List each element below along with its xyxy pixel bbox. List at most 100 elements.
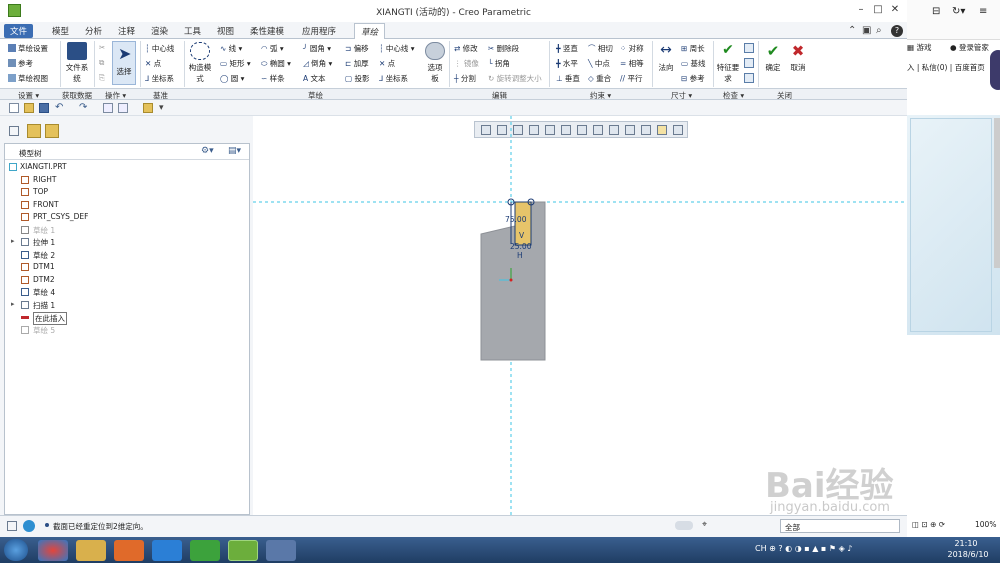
taskbar-media-icon[interactable] — [114, 540, 144, 561]
coincident-constraint-button[interactable]: ◇ 重合 — [588, 73, 611, 84]
redo-icon[interactable]: ↷ — [79, 103, 89, 113]
sketch-setup-button[interactable]: 草绘设置 — [8, 43, 48, 54]
modify-button[interactable]: ⇄ 修改 — [454, 43, 478, 54]
ellipse-button[interactable]: ⬭ 椭圆 ▾ — [261, 58, 291, 69]
close-button[interactable]: ✕ — [889, 4, 901, 16]
minimize-button[interactable]: – — [855, 4, 867, 16]
folder-browser-tab-icon[interactable] — [27, 124, 41, 138]
taskbar-paint-icon[interactable] — [266, 540, 296, 561]
baseline-button[interactable]: ▭ 基线 — [681, 58, 705, 69]
binoculars-icon[interactable]: ⌖ — [702, 520, 707, 530]
tree-columns-icon[interactable]: ▤▾ — [228, 146, 241, 156]
mirror-button[interactable]: ⋮ 镜像 — [454, 58, 479, 69]
reference-dimension-button[interactable]: ⊟ 参考 — [681, 73, 705, 84]
customize-toolbar-icon[interactable]: ▾ — [159, 103, 169, 113]
save-icon[interactable] — [39, 103, 49, 113]
divide-button[interactable]: ┼ 分割 — [454, 73, 476, 84]
browser-links[interactable]: 入 | 私信(0) | 百度首页 — [907, 62, 985, 73]
corner-button[interactable]: └ 拐角 — [488, 58, 510, 69]
parallel-constraint-button[interactable]: // 平行 — [620, 73, 642, 84]
browser-toggle-icon[interactable] — [23, 520, 35, 532]
offset-button[interactable]: ⊐ 偏移 — [345, 43, 369, 54]
avatar[interactable] — [990, 50, 1000, 90]
circle-button[interactable]: ◯ 圆 ▾ — [220, 73, 244, 84]
tab-tools[interactable]: 工具 — [184, 25, 201, 37]
feature-requirements-button[interactable]: ✔ 特征要求 — [716, 42, 740, 84]
spline-button[interactable]: ∽ 样条 — [261, 73, 285, 84]
undock-icon[interactable]: ▣ — [862, 25, 871, 36]
model-tree-tab-icon[interactable] — [9, 126, 19, 136]
tab-analysis[interactable]: 分析 — [85, 25, 102, 37]
paste-icon[interactable]: ⎘ — [99, 73, 105, 83]
midpoint-constraint-button[interactable]: ╲ 中点 — [588, 58, 610, 69]
palette-button[interactable]: 选项板 — [424, 42, 446, 84]
horizontal-constraint-button[interactable]: ╋ 水平 — [556, 58, 578, 69]
select-button[interactable]: ➤ 选择 — [112, 41, 136, 85]
datum-point-button[interactable]: ✕ 点 — [145, 58, 161, 69]
dimension-value-bottom[interactable]: 25.00 — [510, 242, 531, 251]
start-button[interactable] — [4, 539, 28, 561]
arc-button[interactable]: ◠ 弧 ▾ — [261, 43, 284, 54]
taskbar-browser-icon[interactable] — [38, 540, 68, 561]
graphics-window[interactable]: 75.00 V 25.00 H — [253, 116, 907, 515]
tray-icons[interactable]: CH ⊕ ? ◐ ◑ ▪ ▲ ▪ ⚑ ◈ ♪ — [755, 544, 852, 553]
taskbar-360-icon[interactable] — [190, 540, 220, 561]
open-folder-icon[interactable] — [24, 103, 34, 113]
ok-button[interactable]: ✔ 确定 — [762, 42, 784, 73]
expand-arrow-icon[interactable]: ▸ — [11, 237, 15, 245]
cancel-button[interactable]: ✖ 取消 — [787, 42, 809, 73]
lock-icon[interactable]: ⊟ — [932, 6, 940, 17]
browser-scrollbar[interactable] — [994, 118, 1000, 268]
cut-icon[interactable]: ✂ — [99, 43, 105, 52]
taskbar-creo-icon[interactable] — [228, 540, 258, 561]
browser-login-link[interactable]: ● 登录管家 — [950, 42, 989, 53]
smart-select-toggle[interactable] — [675, 521, 693, 530]
expand-arrow-icon[interactable]: ▸ — [11, 300, 15, 308]
tab-flexible-modeling[interactable]: 柔性建模 — [250, 25, 284, 37]
project-button[interactable]: ▢ 投影 — [345, 73, 369, 84]
datum-csys-button[interactable]: ⅃ 坐标系 — [145, 73, 174, 84]
sketch-centerline-button[interactable]: ┆ 中心线 ▾ — [379, 43, 415, 54]
tangent-constraint-button[interactable]: ⌒ 相切 — [588, 43, 613, 54]
perpendicular-constraint-button[interactable]: ⊥ 垂直 — [556, 73, 580, 84]
shade-closed-loops-icon[interactable] — [744, 73, 754, 83]
browser-games-link[interactable]: ▦ 游戏 — [907, 42, 931, 53]
show-navigator-icon[interactable] — [7, 521, 17, 531]
dimension-value-top[interactable]: 75.00 — [505, 215, 526, 224]
sketch-view-button[interactable]: 草绘视图 — [8, 73, 48, 84]
refresh-icon[interactable]: ↻▾ — [952, 6, 965, 17]
chamfer-button[interactable]: ◿ 倒角 ▾ — [303, 58, 332, 69]
delete-segment-button[interactable]: ✂ 删除段 — [488, 43, 519, 54]
help-icon[interactable]: ? — [891, 25, 903, 37]
tab-render[interactable]: 渲染 — [151, 25, 168, 37]
tab-file[interactable]: 文件 — [4, 24, 34, 38]
tab-sketch[interactable]: 草绘 — [354, 23, 386, 39]
file-system-button[interactable]: 文件系统 — [64, 42, 90, 84]
maximize-button[interactable]: □ — [872, 4, 884, 16]
line-button[interactable]: ∿ 线 ▾ — [220, 43, 242, 54]
menu-icon[interactable]: ≡ — [979, 6, 987, 17]
construction-mode-button[interactable]: 构造模式 — [188, 42, 212, 84]
sketch-point-button[interactable]: ✕ 点 — [379, 58, 395, 69]
tab-annotate[interactable]: 注释 — [118, 25, 135, 37]
thicken-button[interactable]: ⊏ 加厚 — [345, 58, 369, 69]
windows-icon[interactable] — [118, 103, 128, 113]
fillet-button[interactable]: ╯ 圆角 ▾ — [303, 43, 331, 54]
ribbon-collapse-icon[interactable]: ⌃ — [848, 25, 856, 36]
tab-applications[interactable]: 应用程序 — [302, 25, 336, 37]
sketch-csys-button[interactable]: ⅃ 坐标系 — [379, 73, 408, 84]
tab-view[interactable]: 视图 — [217, 25, 234, 37]
references-button[interactable]: 参考 — [8, 58, 33, 69]
regenerate-icon[interactable] — [103, 103, 113, 113]
highlight-open-ends-icon[interactable] — [744, 43, 754, 53]
folder-icon[interactable] — [143, 103, 153, 113]
tree-settings-icon[interactable]: ⚙▾ — [201, 146, 214, 156]
equal-constraint-button[interactable]: = 相等 — [620, 58, 644, 69]
selection-filter-select[interactable]: 全部 — [780, 519, 900, 533]
browser-zoom[interactable]: 100% — [975, 520, 996, 529]
new-file-icon[interactable] — [9, 103, 19, 113]
rectangle-button[interactable]: ▭ 矩形 ▾ — [220, 58, 251, 69]
favorites-tab-icon[interactable] — [45, 124, 59, 138]
perimeter-button[interactable]: ⊞ 周长 — [681, 43, 705, 54]
taskbar-baidu-netdisk-icon[interactable] — [152, 540, 182, 561]
